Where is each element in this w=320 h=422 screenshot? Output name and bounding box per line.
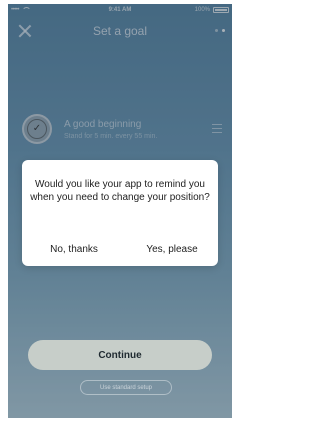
no-thanks-button[interactable]: No, thanks: [32, 244, 116, 255]
reminder-dialog: Would you like your app to remind you wh…: [22, 160, 218, 266]
continue-button[interactable]: Continue: [28, 340, 212, 370]
app-screen: ••••• 9:41 AM 100% Set a goal ✓ A good b…: [8, 4, 232, 418]
dialog-message: Would you like your app to remind you wh…: [30, 179, 210, 203]
yes-please-button[interactable]: Yes, please: [130, 244, 214, 255]
use-standard-setup-button[interactable]: Use standard setup: [80, 380, 172, 395]
